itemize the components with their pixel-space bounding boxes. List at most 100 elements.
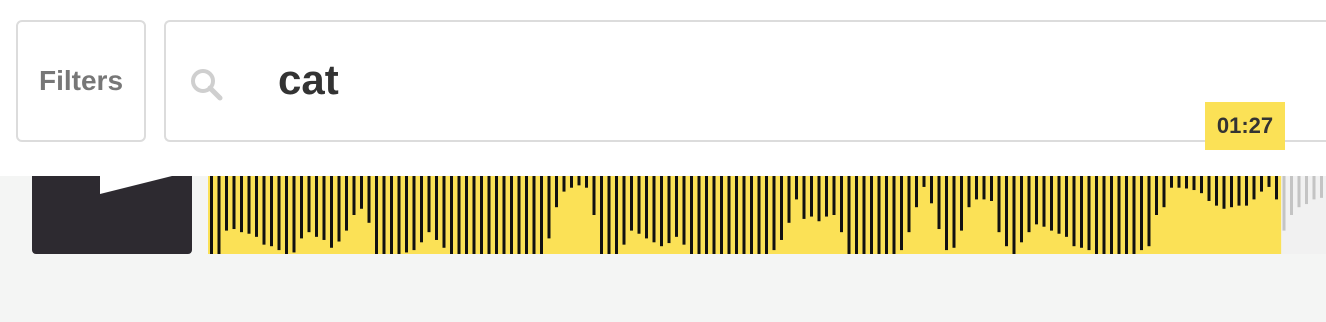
- waveform-bar: [487, 176, 491, 254]
- waveform-bar: [1012, 176, 1016, 254]
- waveform-bar: [277, 176, 281, 251]
- waveform-bar: [840, 176, 843, 233]
- waveform-bar: [1155, 176, 1158, 215]
- waveform-bar: [952, 176, 956, 248]
- waveform-bar: [975, 176, 978, 200]
- waveform-bar: [435, 176, 438, 240]
- waveform-bar: [772, 176, 776, 251]
- waveform-bar: [480, 176, 483, 254]
- waveform-bar: [660, 176, 663, 247]
- waveform-bar: [945, 176, 948, 251]
- waveform-bar: [1110, 176, 1113, 254]
- waveform-bar: [757, 176, 761, 254]
- waveform-bar: [960, 176, 963, 231]
- waveform-bar: [562, 176, 566, 192]
- waveform-bar: [1320, 176, 1323, 198]
- waveform-bar: [645, 176, 648, 239]
- waveform-bar: [525, 176, 528, 254]
- waveform-bar: [1215, 176, 1218, 206]
- waveform-bar: [1072, 176, 1076, 247]
- waveform-bar: [607, 176, 611, 254]
- waveform-bar: [1200, 176, 1203, 194]
- waveform-bar: [765, 176, 768, 254]
- waveform-bar: [375, 176, 378, 254]
- waveform-bar: [345, 176, 348, 231]
- waveform-bar: [630, 176, 633, 231]
- waveform-bar: [1267, 176, 1271, 187]
- waveform-bar: [420, 176, 423, 243]
- waveform-bar: [780, 176, 783, 240]
- waveform-bar: [1027, 176, 1031, 233]
- waveform-bar: [1065, 176, 1068, 237]
- waveform-bar: [1230, 176, 1233, 208]
- waveform-bar: [930, 176, 933, 204]
- waveform-bar: [577, 176, 581, 186]
- current-time-badge: 01:27: [1205, 102, 1285, 150]
- waveform-bar: [697, 176, 701, 254]
- waveform-bar: [1245, 176, 1248, 206]
- waveform-bar: [1252, 176, 1256, 200]
- waveform-bar: [502, 176, 506, 254]
- waveform-bar: [1162, 176, 1166, 208]
- waveform-bar: [1275, 176, 1278, 200]
- waveform-bar: [652, 176, 656, 243]
- waveform-bar: [1177, 176, 1181, 188]
- waveform-bar: [307, 176, 311, 233]
- waveform-bar: [1117, 176, 1121, 254]
- waveform-bar: [667, 176, 671, 244]
- waveform-bar: [885, 176, 888, 254]
- waveform-bar: [412, 176, 416, 251]
- waveform-bar: [1020, 176, 1023, 243]
- waveform-bar: [427, 176, 431, 233]
- waveform-bar: [1222, 176, 1226, 209]
- waveform-bar: [262, 176, 266, 245]
- waveform-bar: [270, 176, 273, 247]
- waveform-bar: [360, 176, 363, 209]
- waveform-bar: [240, 176, 243, 233]
- waveform-bar: [600, 176, 603, 254]
- waveform-bar: [315, 176, 318, 237]
- waveform-bar: [397, 176, 401, 254]
- filters-button[interactable]: Filters: [16, 20, 146, 142]
- waveform-bar: [967, 176, 971, 208]
- waveform-bar: [472, 176, 476, 254]
- waveform-bar: [322, 176, 326, 240]
- waveform-bar: [1080, 176, 1083, 248]
- waveform-unplayed-region: [1281, 176, 1326, 254]
- waveform-bar: [1140, 176, 1143, 251]
- waveform-bar: [210, 176, 213, 254]
- waveform-bar: [1132, 176, 1136, 254]
- waveform-bar: [712, 176, 716, 254]
- play-icon: [100, 176, 172, 194]
- waveform-bar: [1207, 176, 1211, 201]
- waveform-bar: [990, 176, 993, 201]
- waveform-bar: [892, 176, 896, 254]
- waveform-bar: [532, 176, 536, 254]
- waveform-bar: [592, 176, 596, 215]
- waveform-bar: [510, 176, 513, 254]
- waveform-bar: [810, 176, 813, 217]
- waveform-bar: [255, 176, 258, 237]
- waveform-bar: [495, 176, 498, 254]
- waveform-bar: [877, 176, 881, 254]
- waveform-bar: [352, 176, 356, 215]
- waveform-bar: [300, 176, 303, 239]
- waveform-bar: [1050, 176, 1053, 231]
- waveform-bar: [1297, 176, 1301, 208]
- waveform-bar: [1042, 176, 1046, 227]
- waveform-bar: [727, 176, 731, 254]
- search-input[interactable]: [278, 50, 1178, 110]
- waveform-bar: [1102, 176, 1106, 254]
- waveform-bar: [802, 176, 806, 219]
- waveform-bar: [750, 176, 753, 254]
- play-button[interactable]: [32, 176, 192, 254]
- waveform-bar: [982, 176, 986, 200]
- waveform-bar: [742, 176, 746, 254]
- waveform-bar: [825, 176, 828, 217]
- waveform-bar: [1237, 176, 1241, 206]
- waveform-bar: [450, 176, 453, 254]
- waveform-bar: [1057, 176, 1061, 234]
- waveform-bar: [1185, 176, 1188, 189]
- search-box[interactable]: [164, 20, 1326, 142]
- waveform[interactable]: [208, 176, 1326, 254]
